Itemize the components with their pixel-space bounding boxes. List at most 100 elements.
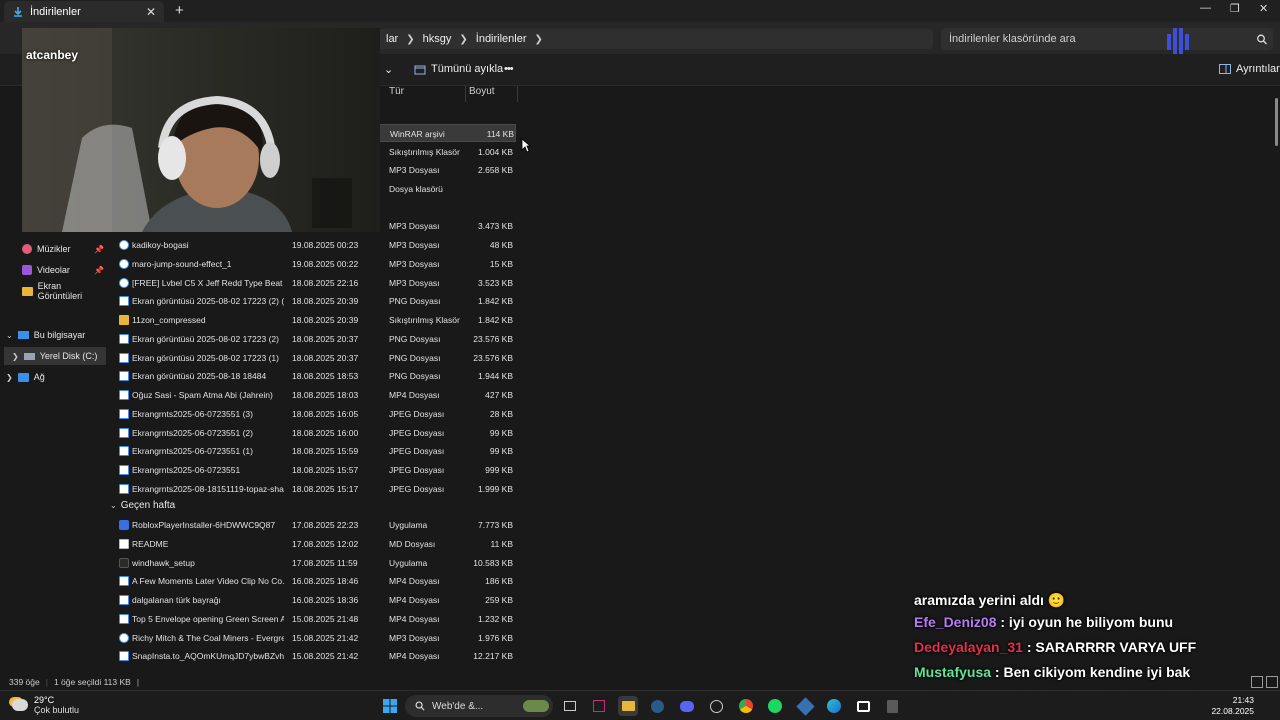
table-row[interactable]: Oğuz Sasi - Spam Atma Abi (Jahrein) 18.08…: [110, 386, 516, 404]
table-row[interactable]: 11zon_compressed 18.08.2025 20:39 Sıkıştır…: [110, 311, 516, 329]
sidebar-item-network[interactable]: ❯ Ağ: [6, 368, 106, 386]
chat-username: Mustafyusa: [914, 664, 992, 680]
sidebar-item-label: Müzikler: [37, 244, 71, 254]
table-row[interactable]: Ekrangrnts2025-08-18151119-topaz-shar...…: [110, 480, 516, 498]
chevron-right-icon[interactable]: ❯: [6, 373, 13, 382]
table-row[interactable]: SnapInsta.to_AQOmKUmqJD7ybwBZvhlF... 15.0…: [110, 647, 516, 665]
file-type: JPEG Dosyası: [389, 483, 445, 494]
column-header-type[interactable]: Tür: [389, 86, 404, 102]
pin-icon[interactable]: 📌: [94, 245, 104, 254]
chrome-icon[interactable]: [736, 696, 756, 716]
column-header-size[interactable]: Boyut: [469, 86, 495, 102]
breadcrumb-item[interactable]: hksgy: [417, 33, 458, 45]
file-name: Richy Mitch & The Coal Miners - Evergre.…: [132, 632, 284, 643]
sidebar-item-videos[interactable]: Videolar 📌: [22, 261, 106, 279]
start-button[interactable]: [380, 696, 400, 716]
details-button[interactable]: Ayrıntılar: [1219, 63, 1280, 75]
column-divider[interactable]: [465, 86, 466, 102]
chevron-right-icon[interactable]: ❯: [12, 352, 19, 361]
table-row[interactable]: RobloxPlayerInstaller-6HDWWC9Q87 17.08.20…: [110, 516, 516, 534]
file-explorer-icon[interactable]: [618, 696, 638, 716]
edge-icon[interactable]: [824, 696, 844, 716]
task-view-icon[interactable]: [560, 696, 580, 716]
file-name: Ekrangrnts2025-06-0723551: [132, 465, 241, 475]
taskbar: 29°C Çok bulutlu Web'de &... 21:43 22.08…: [0, 690, 1280, 720]
breadcrumb[interactable]: lar ❯ hksgy ❯ İndirilenler ❯: [378, 29, 933, 49]
chat-text: : SARARRRR VARYA UFF: [1022, 639, 1197, 655]
taskbar-search[interactable]: Web'de &...: [405, 695, 553, 717]
minimize-button[interactable]: —: [1200, 2, 1211, 14]
pin-icon[interactable]: 📌: [94, 266, 104, 275]
search-input[interactable]: İndirilenler klasöründe ara: [941, 28, 1273, 50]
table-row[interactable]: README 17.08.2025 12:02 MD Dosyası 11 KB: [110, 535, 516, 553]
file-type: PNG Dosyası: [389, 371, 441, 382]
more-options-button[interactable]: •••: [504, 63, 514, 75]
file-name: Oğuz Sasi - Spam Atma Abi (Jahrein): [132, 390, 273, 400]
table-row[interactable]: Ekrangrnts2025-06-0723551 18.08.2025 15:5…: [110, 461, 516, 479]
table-row[interactable]: Top 5 Envelope opening Green Screen An..…: [110, 610, 516, 628]
table-row[interactable]: Richy Mitch & The Coal Miners - Evergre.…: [110, 629, 516, 647]
file-date: 19.08.2025 00:23: [292, 240, 359, 250]
sidebar-item-music[interactable]: Müzikler 📌: [22, 240, 106, 258]
table-row[interactable]: Ekrangrnts2025-06-0723551 (3) 18.08.2025 …: [110, 405, 516, 423]
new-tab-button[interactable]: +: [175, 2, 184, 19]
file-size: 1.004 KB: [478, 147, 513, 157]
settings-app-icon[interactable]: [795, 696, 815, 716]
table-row[interactable]: Ekrangrnts2025-06-0723551 (2) 18.08.2025 …: [110, 424, 516, 442]
chevron-right-icon[interactable]: ❯: [533, 34, 545, 45]
table-row[interactable]: Ekran görüntüsü 2025-08-02 17223 (2) 18.0…: [110, 330, 516, 348]
calculator-icon[interactable]: [882, 696, 902, 716]
sidebar-item-screenshots[interactable]: Ekran Görüntüleri: [22, 281, 106, 301]
sidebar-item-label: Yerel Disk (C:): [39, 351, 98, 361]
chat-message: Efe_Deniz08 : iyi oyun he biliyom bunu: [914, 614, 1280, 639]
close-window-button[interactable]: ✕: [1259, 2, 1268, 15]
maximize-button[interactable]: ❐: [1230, 2, 1240, 15]
file-date: 18.08.2025 15:59: [292, 446, 359, 457]
file-size: 23.576 KB: [473, 352, 513, 363]
extract-all-button[interactable]: Tümünü ayıkla: [414, 63, 503, 75]
app-circle-icon[interactable]: [706, 696, 726, 716]
table-row[interactable]: windhawk_setup 17.08.2025 11:59 Uygulama 10…: [110, 554, 516, 572]
chevron-down-icon[interactable]: ⌄: [384, 63, 393, 76]
table-row[interactable]: A Few Moments Later Video Clip No Co... 1…: [110, 572, 516, 590]
zip-folder-icon: [119, 315, 129, 325]
video-file-icon: [119, 390, 129, 400]
spotify-icon[interactable]: [765, 696, 785, 716]
tab-downloads[interactable]: İndirilenler ✕: [4, 1, 164, 22]
weather-widget[interactable]: 29°C Çok bulutlu: [12, 695, 79, 715]
table-row[interactable]: Ekran görüntüsü 2025-08-02 17223 (2) (1)…: [110, 292, 516, 310]
app-icon[interactable]: [589, 696, 609, 716]
taskbar-search-label: Web'de &...: [432, 700, 484, 712]
breadcrumb-item[interactable]: lar: [380, 33, 404, 45]
steam-icon[interactable]: [647, 696, 667, 716]
table-row[interactable]: Ekran görüntüsü 2025-08-18 18484 18.08.20…: [110, 367, 516, 385]
search-icon[interactable]: [1251, 34, 1273, 45]
capcut-icon[interactable]: [853, 696, 873, 716]
weather-temp: 29°C: [34, 695, 55, 705]
file-type: PNG Dosyası: [389, 352, 441, 363]
file-type: JPEG Dosyası: [389, 465, 445, 475]
sidebar-item-this-pc[interactable]: ⌄ Bu bilgisayar: [6, 326, 106, 344]
table-row[interactable]: Ekran görüntüsü 2025-08-02 17223 (1) 18.0…: [110, 349, 516, 367]
table-row[interactable]: maro-jump-sound-effect_1 19.08.2025 00:22…: [110, 255, 516, 273]
clock[interactable]: 21:43 22.08.2025: [1208, 695, 1254, 717]
file-name: dalgalanan türk bayrağı: [132, 595, 221, 605]
group-header-last-week[interactable]: ⌄ Geçen hafta: [110, 500, 175, 511]
discord-icon[interactable]: [677, 696, 697, 716]
vertical-scrollbar[interactable]: [1275, 98, 1278, 146]
sidebar-item-label: Bu bilgisayar: [33, 330, 86, 340]
file-name: kadikoy-bogasi: [132, 240, 189, 250]
table-row[interactable]: [FREE] Lvbel C5 X Jeff Redd Type Beat - …: [110, 274, 516, 292]
tab-close-button[interactable]: ✕: [146, 5, 156, 19]
chevron-right-icon: ❯: [459, 33, 468, 45]
windows-icon: [383, 699, 397, 713]
file-name: [FREE] Lvbel C5 X Jeff Redd Type Beat - …: [132, 277, 284, 288]
sidebar-item-local-disk[interactable]: ❯ Yerel Disk (C:): [4, 347, 106, 365]
table-row[interactable]: kadikoy-bogasi 19.08.2025 00:23 MP3 Dosyas…: [110, 236, 516, 254]
table-row-partial[interactable]: [110, 665, 516, 674]
column-divider[interactable]: [517, 86, 518, 102]
chevron-down-icon[interactable]: ⌄: [6, 331, 13, 340]
breadcrumb-item[interactable]: İndirilenler: [470, 33, 533, 45]
table-row[interactable]: Ekrangrnts2025-06-0723551 (1) 18.08.2025 …: [110, 442, 516, 460]
table-row[interactable]: dalgalanan türk bayrağı 16.08.2025 18:36 M…: [110, 591, 516, 609]
